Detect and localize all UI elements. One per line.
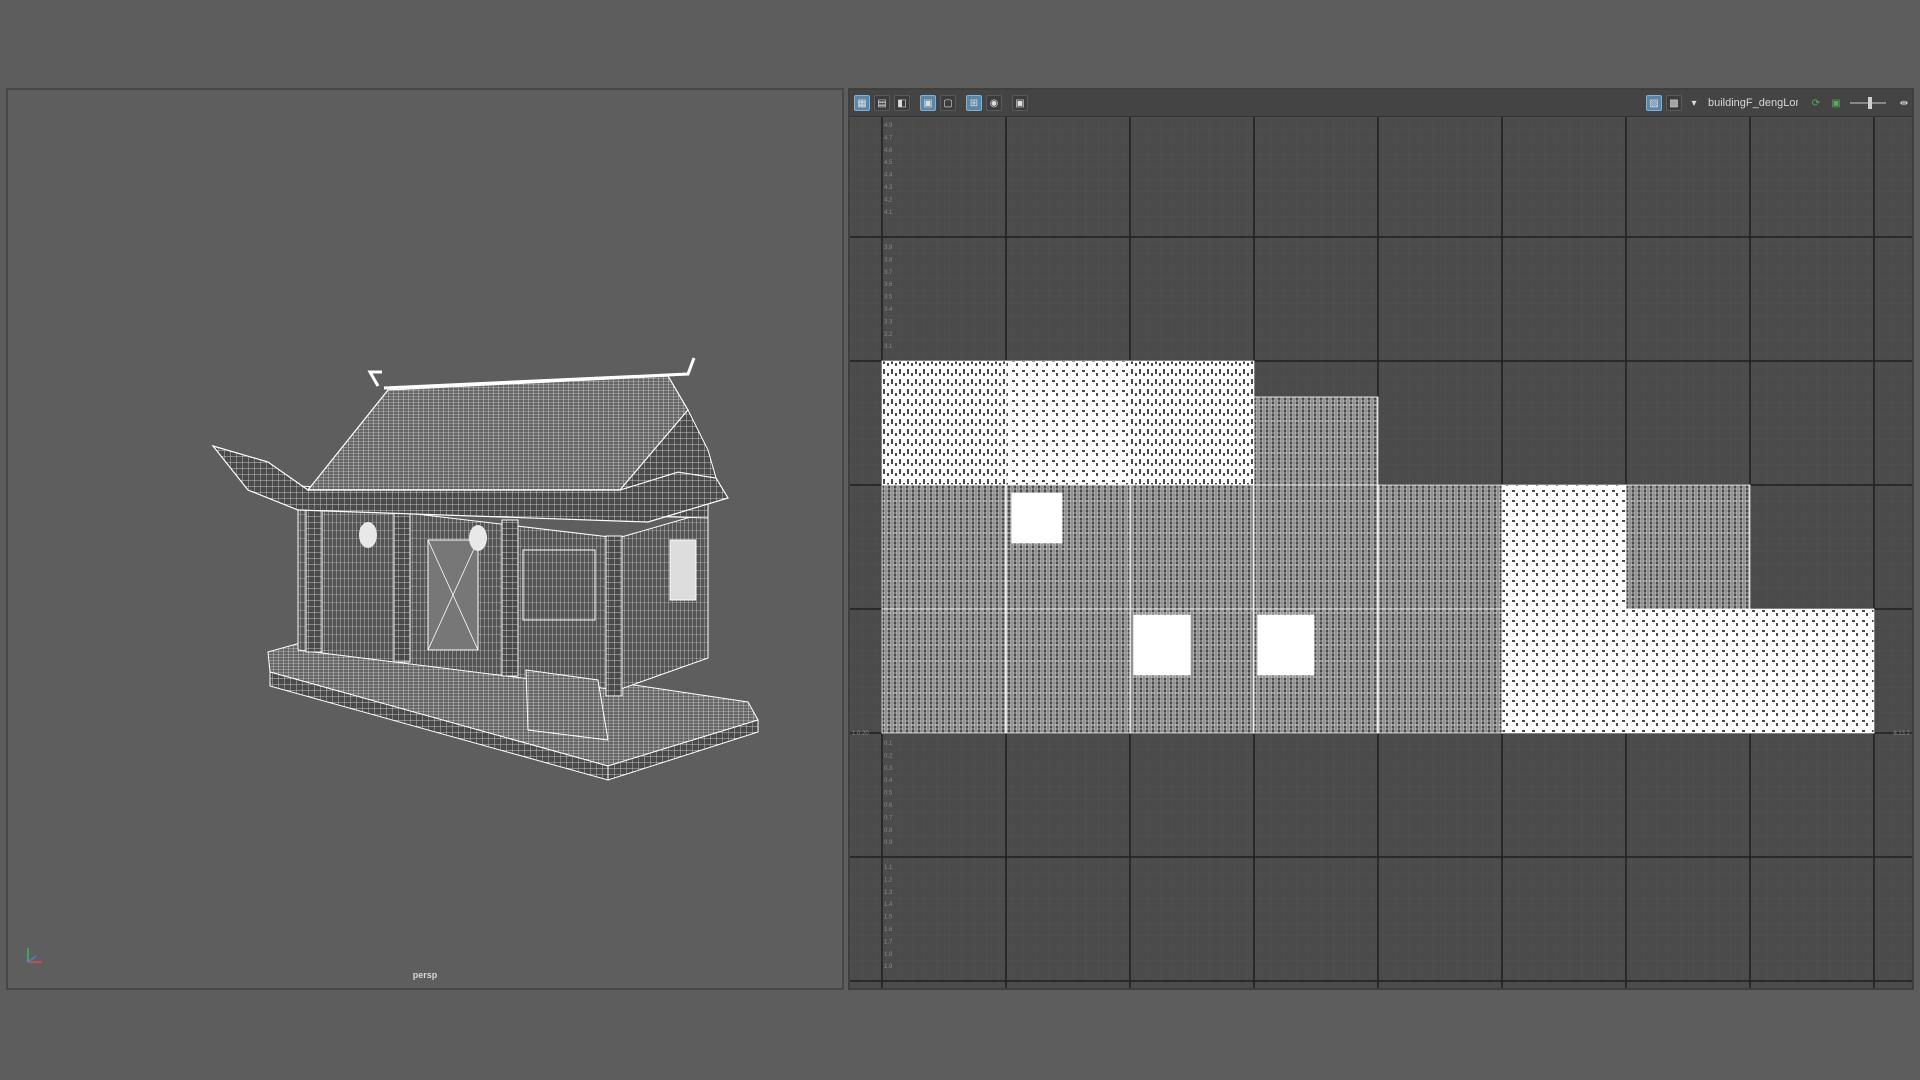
uv-tick-label: 1.4	[884, 902, 893, 908]
uv-snapshot-icon[interactable]: ▣	[1012, 95, 1028, 111]
split-icon[interactable]: ⇹	[1896, 95, 1912, 111]
uv-shell-tile	[1005, 608, 1131, 734]
uv-shell-tile	[1011, 492, 1063, 544]
uv-grid-canvas[interactable]: 4.9 4.7 4.6 4.5 4.4 4.3 4.2 4.1 3.9 3.8 3.7 3.6 3.5 3…	[850, 117, 1912, 988]
uv-shell-icon[interactable]: ◧	[894, 95, 910, 111]
texture-name-field[interactable]: buildingF_dengLong	[1708, 97, 1798, 109]
uv-tick-label: 3.7	[884, 270, 893, 276]
uv-shell-tile	[1257, 614, 1315, 676]
uv-shell-tile	[1377, 484, 1503, 610]
dropdown-icon[interactable]: ▾	[1686, 95, 1702, 111]
uv-udim-marker: 8.13.2	[1893, 731, 1910, 737]
checker-pattern-icon[interactable]: ▩	[1666, 95, 1682, 111]
uv-shell-tile	[881, 608, 1007, 734]
uv-shell-tile	[881, 484, 1007, 610]
uv-tick-label: 4.9	[884, 123, 893, 129]
camera-label: persp	[412, 970, 438, 980]
uv-tick-label: 0.3	[884, 766, 893, 772]
uv-display-icon[interactable]: ◉	[986, 95, 1002, 111]
uv-shell-tile	[1253, 484, 1379, 610]
uv-tick-label: 0.2	[884, 753, 893, 759]
uv-shell-tile	[1129, 360, 1255, 486]
uv-tick-label: 1.3	[884, 890, 893, 896]
uv-tick-label: 1.9	[884, 964, 893, 970]
temple-wireframe-model[interactable]	[8, 90, 842, 988]
uv-shell-tile	[1133, 614, 1191, 676]
uv-tick-label: 3.4	[884, 307, 893, 313]
uv-shell-tile	[1501, 484, 1627, 610]
uv-tick-label: 4.6	[884, 148, 893, 154]
uv-tick-label: 1.1	[884, 865, 893, 871]
uv-tick-label: 4.3	[884, 185, 893, 191]
uv-shell-tile	[1625, 608, 1751, 734]
image-icon[interactable]: ▣	[1828, 95, 1844, 111]
uv-shell-tile	[1129, 484, 1255, 610]
uv-shell-tile	[1749, 608, 1875, 734]
texture-display-icon[interactable]: ▨	[1646, 95, 1662, 111]
uv-tick-label: 3.3	[884, 319, 893, 325]
uv-grid-toggle-icon[interactable]: ▣	[920, 95, 936, 111]
uv-tick-label: 0.5	[884, 791, 893, 797]
uv-tick-label: 4.1	[884, 210, 893, 216]
uv-shell-tile	[1625, 484, 1751, 610]
uv-transform-icon[interactable]: ▤	[874, 95, 890, 111]
uv-editor-panel[interactable]: ▦ ▤ ◧ ▣ ▢ ⊞ ◉ ▣ ▨ ▩ ▾ buildingF_dengLong…	[848, 88, 1914, 990]
uv-tick-label: 0.9	[884, 840, 893, 846]
uv-tick-label: 0.4	[884, 778, 893, 784]
uv-tick-label: 0.6	[884, 803, 893, 809]
uv-tick-label: 4.4	[884, 173, 893, 179]
uv-toolbar: ▦ ▤ ◧ ▣ ▢ ⊞ ◉ ▣ ▨ ▩ ▾ buildingF_dengLong…	[850, 90, 1912, 117]
uv-tick-label: 3.1	[884, 344, 893, 350]
uv-shell-tile	[1005, 360, 1131, 486]
uv-tick-label: 0.7	[884, 815, 893, 821]
uv-tick-label: 4.2	[884, 197, 893, 203]
uv-tick-label: 3.8	[884, 257, 893, 263]
uv-tick-label: 0.8	[884, 828, 893, 834]
uv-tick-label: 3.9	[884, 245, 893, 251]
uv-checker-icon[interactable]: ⊞	[966, 95, 982, 111]
axis-gizmo-icon	[27, 948, 42, 963]
refresh-icon[interactable]: ⟳	[1808, 95, 1824, 111]
uv-tick-label: 3.6	[884, 282, 893, 288]
uv-tick-label: 1.7	[884, 939, 893, 945]
uv-edge-icon[interactable]: ▢	[940, 95, 956, 111]
uv-shell-tile	[881, 360, 1007, 486]
slider-icon[interactable]	[1850, 97, 1886, 109]
uv-select-icon[interactable]: ▦	[854, 95, 870, 111]
uv-shell-tile	[1501, 608, 1627, 734]
uv-tick-label: 1.2	[884, 877, 893, 883]
uv-shell-tile	[1377, 608, 1503, 734]
uv-tick-label: 3.5	[884, 295, 893, 301]
uv-tick-label: 3.2	[884, 332, 893, 338]
uv-shell-tile	[1253, 396, 1379, 486]
uv-tick-label: 1.6	[884, 927, 893, 933]
uv-tick-label: 1.8	[884, 952, 893, 958]
uv-tick-label: 4.5	[884, 160, 893, 166]
uv-tick-label: 4.7	[884, 135, 893, 141]
perspective-viewport[interactable]: persp	[6, 88, 844, 990]
uv-layout-svg: 4.9 4.7 4.6 4.5 4.4 4.3 4.2 4.1 3.9 3.8 3.7 3.6 3.5 3…	[850, 117, 1912, 988]
uv-udim-marker: 1.0.20	[852, 731, 869, 737]
uv-tick-label: 0.1	[884, 741, 893, 747]
uv-tick-label: 1.5	[884, 915, 893, 921]
